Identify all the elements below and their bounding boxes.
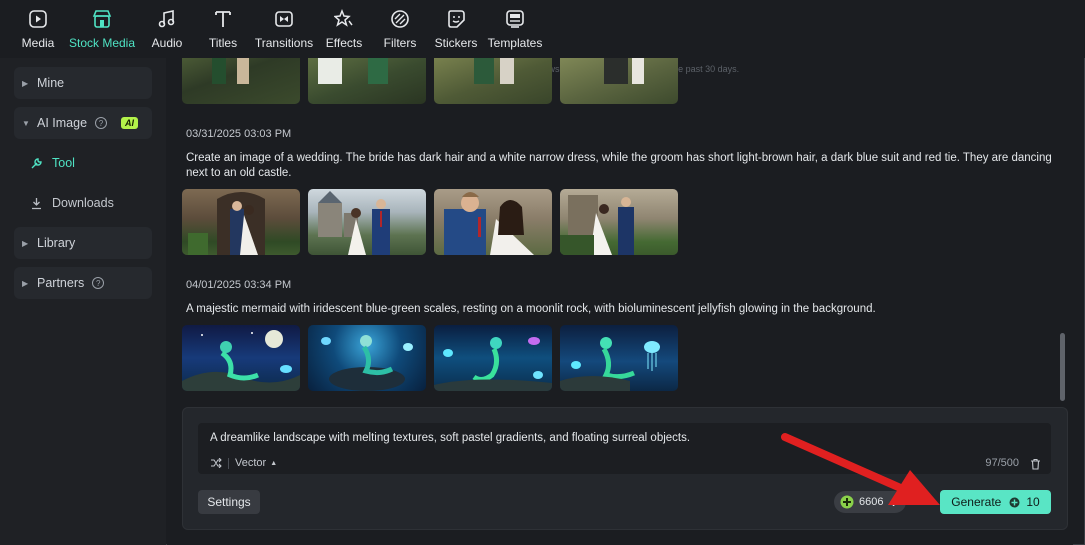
credits-badge[interactable]: 6606 +	[834, 491, 906, 513]
scrollbar-thumb[interactable]	[1060, 333, 1065, 401]
sidebar: ▶ Mine ▼ AI Image ? AI Tool Downloads ▶ …	[0, 58, 166, 545]
titles-icon	[212, 8, 234, 30]
credit-coin-icon	[840, 495, 854, 509]
toolbar-label: Templates	[487, 36, 543, 50]
char-count: 97/500	[985, 457, 1019, 469]
audio-icon	[156, 8, 178, 30]
generate-label: Generate	[951, 495, 1002, 509]
sidebar-item-label: Tool	[52, 156, 75, 170]
toolbar-label: Audio	[151, 36, 183, 50]
toolbar-label: Titles	[208, 36, 238, 50]
generate-cost: 10	[1026, 495, 1040, 509]
toolbar-label: Stock Media	[68, 36, 136, 50]
ai-badge: AI	[121, 117, 139, 129]
generated-image[interactable]	[308, 325, 426, 391]
toolbar-stickers[interactable]: Stickers	[434, 8, 478, 54]
download-icon	[30, 197, 44, 210]
toolbar-label: Filters	[383, 36, 417, 50]
transitions-icon	[273, 8, 295, 30]
record-date: 04/01/2025 03:34 PM	[186, 279, 292, 291]
divider	[228, 457, 229, 469]
caret-down-icon: ▼	[22, 118, 30, 128]
generated-image[interactable]	[182, 189, 300, 255]
sidebar-item-library[interactable]: ▶ Library	[14, 227, 152, 259]
toolbar-label: Media	[21, 36, 55, 50]
generated-image[interactable]	[434, 58, 552, 104]
record-date: 03/31/2025 03:03 PM	[186, 128, 292, 140]
help-icon[interactable]: ?	[92, 277, 105, 289]
record-prompt: Create an image of a wedding. The bride …	[186, 152, 1052, 179]
settings-button[interactable]: Settings	[198, 490, 260, 514]
stock-media-icon	[91, 8, 113, 30]
sidebar-item-label: AI Image	[37, 116, 88, 130]
sidebar-item-label: Partners	[37, 276, 85, 290]
sidebar-item-tool[interactable]: Tool	[14, 147, 152, 179]
toolbar-titles[interactable]: Titles	[207, 8, 239, 54]
prompt-input-text[interactable]: A dreamlike landscape with melting textu…	[210, 432, 690, 444]
generated-image[interactable]	[560, 58, 678, 104]
filters-icon	[389, 8, 411, 30]
credits-count: 6606	[859, 496, 884, 508]
caret-right-icon: ▶	[22, 78, 29, 88]
caret-right-icon: ▶	[22, 238, 29, 248]
help-icon[interactable]: ?	[95, 117, 108, 129]
toolbar-media[interactable]: Media	[19, 8, 57, 54]
toolbar-filters[interactable]: Filters	[382, 8, 418, 54]
sidebar-item-label: Mine	[37, 76, 65, 90]
style-label: Vector	[235, 457, 267, 469]
sidebar-item-partners[interactable]: ▶ Partners ?	[14, 267, 152, 299]
record-prompt: A majestic mermaid with iridescent blue-…	[186, 303, 876, 315]
generated-image[interactable]	[434, 325, 552, 391]
media-icon	[27, 8, 49, 30]
caret-up-icon: ▲	[270, 459, 278, 467]
effects-icon	[333, 8, 355, 30]
toolbar-audio[interactable]: Audio	[149, 8, 185, 54]
shuffle-icon[interactable]	[210, 458, 222, 468]
toolbar-transitions[interactable]: Transitions	[254, 8, 314, 54]
generated-image[interactable]	[182, 58, 300, 104]
toolbar-label: Stickers	[434, 36, 478, 50]
generated-image[interactable]	[182, 325, 300, 391]
generate-panel: A dreamlike landscape with melting textu…	[182, 407, 1068, 530]
generated-image[interactable]	[308, 189, 426, 255]
templates-icon	[504, 8, 526, 30]
caret-right-icon: ▶	[22, 278, 29, 288]
sidebar-item-label: Library	[37, 236, 76, 250]
generated-image[interactable]	[308, 58, 426, 104]
toolbar-label: Transitions	[254, 36, 314, 50]
sidebar-item-ai-image[interactable]: ▼ AI Image ? AI	[14, 107, 152, 139]
prompt-input[interactable]: A dreamlike landscape with melting textu…	[198, 423, 1051, 474]
trash-icon[interactable]	[1030, 457, 1041, 475]
credit-coin-icon	[1009, 497, 1020, 508]
toolbar-stock-media[interactable]: Stock Media	[68, 8, 136, 54]
generate-button[interactable]: Generate 10	[940, 490, 1051, 514]
top-toolbar: Media Stock Media Audio Titles Transitio…	[0, 0, 1085, 58]
sidebar-item-downloads[interactable]: Downloads	[14, 187, 152, 219]
generated-image[interactable]	[434, 189, 552, 255]
sidebar-item-label: Downloads	[52, 196, 114, 210]
generated-image[interactable]	[560, 325, 678, 391]
add-credits-icon[interactable]: +	[889, 494, 897, 510]
sidebar-item-mine[interactable]: ▶ Mine	[14, 67, 152, 99]
toolbar-effects[interactable]: Effects	[325, 8, 363, 54]
style-selector[interactable]: Vector ▲	[210, 457, 277, 469]
toolbar-label: Effects	[325, 36, 363, 50]
toolbar-templates[interactable]: Templates	[487, 8, 543, 54]
stickers-icon	[445, 8, 467, 30]
wrench-icon	[30, 157, 44, 170]
generated-image[interactable]	[560, 189, 678, 255]
